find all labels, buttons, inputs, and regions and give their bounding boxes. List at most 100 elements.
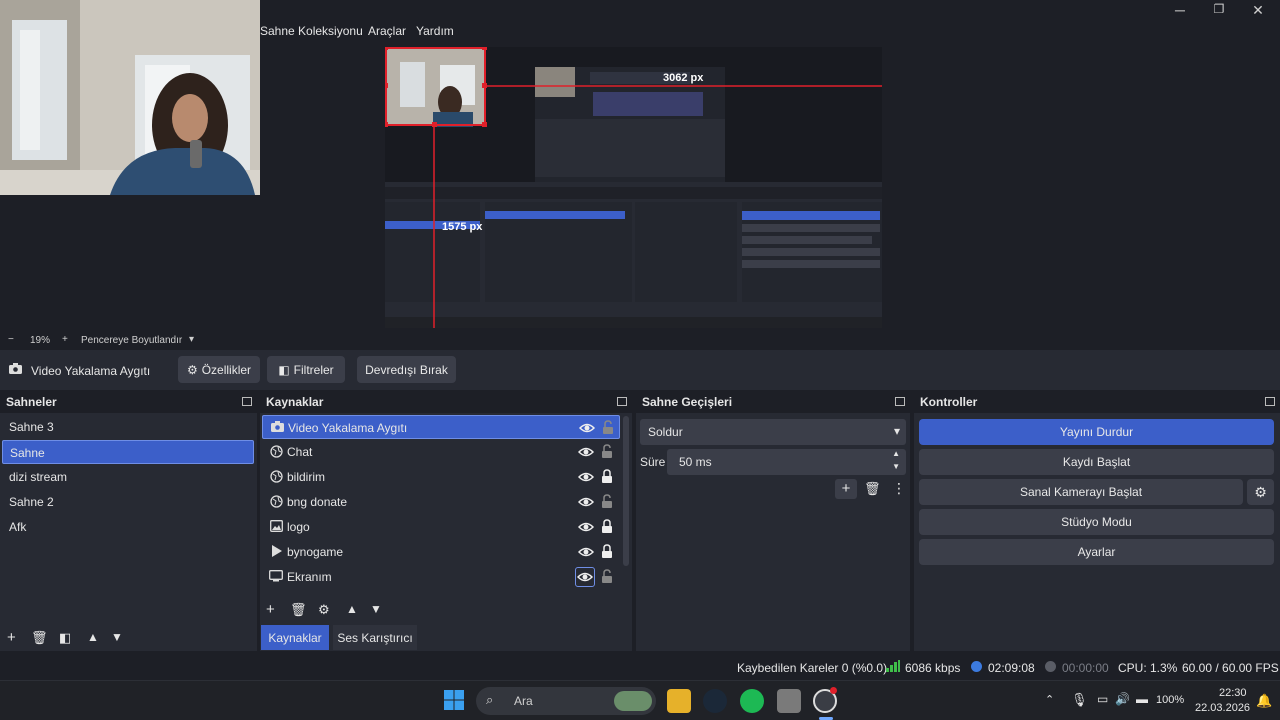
transition-select[interactable]: Soldur ▾ [640,419,906,445]
trash-icon[interactable]: 🗑 [864,481,881,497]
globe-icon [269,445,283,459]
virtual-camera-settings-button[interactable]: ⚙ [1247,479,1274,505]
chevron-down-icon[interactable]: ▼ [892,462,900,471]
measure-label-width: 3062 px [663,72,704,84]
source-name: bildirim [287,470,326,484]
maximize-button[interactable]: ❐ [1204,2,1234,16]
volume-icon[interactable]: 🔊 [1115,692,1130,706]
add-source-icon[interactable]: + [266,601,275,618]
source-item[interactable]: Chat [262,440,620,464]
add-scene-icon[interactable]: + [7,629,16,646]
scene-item[interactable]: Sahne 3 [2,415,254,439]
source-item[interactable]: bynogame [262,540,620,564]
undock-icon[interactable] [895,397,905,406]
minimize-button[interactable]: ─ [1165,2,1195,18]
eye-icon[interactable] [577,469,595,485]
app-icon[interactable] [777,689,801,713]
undock-icon[interactable] [1265,397,1275,406]
start-virtual-camera-button[interactable]: Sanal Kamerayı Başlat [919,479,1243,505]
lock-closed-icon[interactable] [601,519,613,534]
source-item[interactable]: Ekranım [262,565,620,589]
eye-icon[interactable] [577,444,595,460]
trash-icon[interactable]: 🗑 [290,602,307,618]
source-toolbar: Video Yakalama Aygıtı ⚙ Özellikler ◧ Fil… [0,350,1280,390]
undock-icon[interactable] [617,397,627,406]
filter-icon[interactable]: ◧ [59,630,71,646]
eye-icon[interactable] [575,567,595,587]
spotify-icon[interactable] [740,689,764,713]
tab-sources[interactable]: Kaynaklar [261,625,329,650]
sources-scrollbar[interactable] [623,416,629,566]
more-options-icon[interactable]: ⋮ [892,480,906,497]
eye-icon[interactable] [577,519,595,535]
deactivate-button[interactable]: Devredışı Bırak [357,356,456,383]
battery-icon[interactable]: ▬ [1136,692,1148,706]
source-item[interactable]: bildirim [262,465,620,489]
file-explorer-icon[interactable] [667,689,691,713]
transition-selected-value: Soldur [648,425,683,439]
undock-icon[interactable] [242,397,252,406]
lock-open-icon[interactable] [602,420,614,435]
studio-mode-button[interactable]: Stüdyo Modu [919,509,1274,535]
chevron-up-icon[interactable]: ▲ [87,630,99,644]
bitrate: 6086 kbps [905,661,961,675]
lock-open-icon[interactable] [601,494,613,509]
scene-item[interactable]: dizi stream [2,465,254,489]
chevron-down-icon[interactable]: ▼ [111,630,123,644]
notification-icon[interactable]: 🔔 [1256,693,1272,709]
filters-button[interactable]: ◧ Filtreler [267,356,345,383]
add-transition-button[interactable]: + [835,479,857,499]
chevron-down-icon[interactable]: ▼ [370,602,382,616]
network-icon[interactable]: ▭ [1097,692,1108,706]
clock-time[interactable]: 22:30 [1219,687,1247,699]
controls-dock-title: Kontroller [914,393,1280,413]
microphone-icon[interactable]: 🎙 [1071,692,1088,708]
source-item[interactable]: logo [262,515,620,539]
chevron-up-icon[interactable]: ▲ [892,449,900,458]
gear-icon[interactable]: ⚙ [318,602,330,618]
tab-audio-mixer[interactable]: Ses Karıştırıcı [333,625,417,650]
preview-canvas[interactable]: 3062 px 1575 px [385,47,882,328]
stop-stream-button[interactable]: Yayını Durdur [919,419,1274,445]
start-recording-button[interactable]: Kaydı Başlat [919,449,1274,475]
properties-button[interactable]: ⚙ Özellikler [178,356,260,383]
lock-closed-icon[interactable] [601,544,613,559]
eye-icon[interactable] [577,494,595,510]
settings-button[interactable]: Ayarlar [919,539,1274,565]
taskbar-search[interactable]: ⌕ Ara [476,687,656,715]
close-button[interactable]: ✕ [1243,2,1273,19]
scene-item[interactable]: Sahne 2 [2,490,254,514]
chevron-up-icon[interactable]: ▲ [346,602,358,616]
chevron-down-icon[interactable]: ▾ [189,334,194,345]
search-icon: ⌕ [486,692,494,707]
eye-icon[interactable] [577,544,595,560]
scenes-dock-title: Sahneler [0,393,257,413]
lock-open-icon[interactable] [601,444,613,459]
trash-icon[interactable]: 🗑 [31,630,48,646]
scene-item[interactable]: Afk [2,515,254,539]
clock-date[interactable]: 22.03.2026 [1195,702,1250,714]
zoom-in-button[interactable]: + [62,334,68,345]
globe-icon [269,495,283,509]
gear-icon: ⚙ [186,362,198,377]
source-item-selected[interactable]: Video Yakalama Aygıtı [262,415,620,439]
menu-help[interactable]: Yardım [416,24,454,38]
source-item[interactable]: bng donate [262,490,620,514]
search-placeholder: Ara [514,694,533,708]
chevron-up-icon[interactable]: ⌃ [1045,693,1054,706]
windows-start-icon[interactable] [443,689,467,713]
scene-item-selected[interactable]: Sahne [2,440,254,464]
zoom-out-button[interactable]: − [8,334,14,345]
lock-open-icon[interactable] [601,569,613,584]
duration-input[interactable]: 50 ms ▲ ▼ [667,449,906,475]
search-highlight-image [614,691,652,711]
cpu-usage: CPU: 1.3% [1118,661,1178,675]
fps: 60.00 / 60.00 FPS [1182,661,1279,675]
lock-closed-icon[interactable] [601,469,613,484]
menu-scene-collection[interactable]: Sahne Koleksiyonu [260,24,363,38]
source-name: Video Yakalama Aygıtı [288,421,408,435]
steam-icon[interactable] [703,689,727,713]
menu-tools[interactable]: Araçlar [368,24,406,38]
eye-icon[interactable] [578,420,596,436]
chevron-down-icon: ▾ [893,424,900,438]
